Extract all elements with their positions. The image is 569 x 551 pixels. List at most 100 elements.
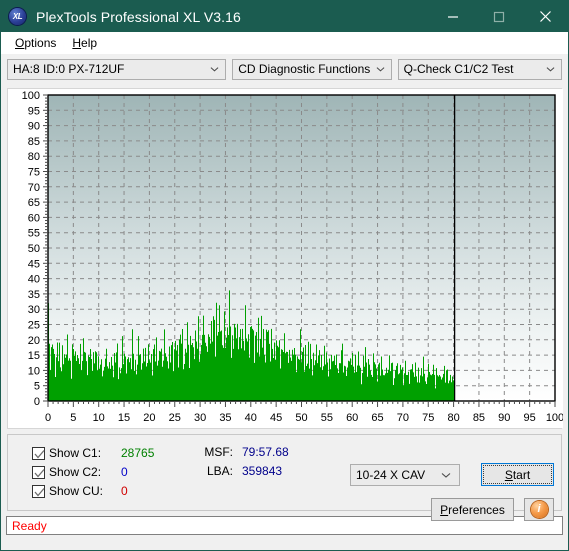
test-selector[interactable]: Q-Check C1/C2 Test xyxy=(397,58,562,80)
window-title: PlexTools Professional XL V3.16 xyxy=(36,8,241,25)
preferences-button[interactable]: Preferences xyxy=(431,498,514,521)
svg-text:40: 40 xyxy=(245,412,257,424)
msf-label: MSF: xyxy=(204,445,233,459)
menu-item-options[interactable]: Options xyxy=(7,35,64,51)
error-rate-chart[interactable]: 0 5 10 15 20 25 30 35 40 45 50 55 60 65 70 75 80 85 90 95 10… xyxy=(8,89,563,428)
minimize-icon xyxy=(448,15,458,18)
checkmark-icon xyxy=(34,468,45,477)
c1-error-count: 28765 xyxy=(121,446,155,460)
svg-text:0: 0 xyxy=(34,396,40,408)
svg-text:10: 10 xyxy=(93,412,105,424)
svg-text:55: 55 xyxy=(28,228,40,240)
menu-help-rest: elp xyxy=(81,36,98,50)
start-rest: tart xyxy=(512,467,531,482)
svg-text:95: 95 xyxy=(524,412,536,424)
chart-svg: 0510152025303540455055606570758085909510… xyxy=(8,89,563,428)
preferences-mnemonic: P xyxy=(440,502,449,517)
svg-text:100: 100 xyxy=(546,412,563,424)
drive-selector[interactable]: HA:8 ID:0 PX-712UF xyxy=(7,58,227,80)
lba-label: LBA: xyxy=(206,464,233,478)
svg-text:70: 70 xyxy=(397,412,409,424)
svg-text:50: 50 xyxy=(28,243,40,255)
svg-text:95: 95 xyxy=(28,105,40,117)
menu-options-rest: ptions xyxy=(24,36,57,50)
svg-text:60: 60 xyxy=(346,412,358,424)
cu-error-count: 0 xyxy=(121,484,128,498)
svg-text:90: 90 xyxy=(28,121,40,133)
svg-text:5: 5 xyxy=(70,412,76,424)
svg-text:35: 35 xyxy=(219,412,231,424)
info-button[interactable]: i xyxy=(524,498,554,521)
show-c2-label: Show C2: xyxy=(49,465,102,479)
svg-text:85: 85 xyxy=(473,412,485,424)
svg-text:40: 40 xyxy=(28,274,40,286)
start-button-inner: Start xyxy=(483,465,552,484)
status-text: Ready xyxy=(12,518,47,533)
xl-logo-icon: XL xyxy=(9,8,26,25)
svg-text:20: 20 xyxy=(143,412,155,424)
svg-text:55: 55 xyxy=(321,412,333,424)
chevron-down-icon xyxy=(210,67,219,72)
svg-text:30: 30 xyxy=(28,304,40,316)
chevron-down-icon xyxy=(441,473,451,478)
start-button[interactable]: Start xyxy=(481,463,554,486)
speed-selector[interactable]: 10-24 X CAV xyxy=(350,464,460,486)
show-c1-row[interactable]: Show C1: 28765 xyxy=(32,445,165,461)
menu-bar: Options Help xyxy=(1,32,568,54)
close-button[interactable] xyxy=(522,1,568,32)
msf-row: MSF: 79:57.68 xyxy=(199,445,289,459)
chevron-down-icon xyxy=(376,67,385,72)
menu-help-mnemonic: H xyxy=(72,36,82,50)
title-bar: XL PlexTools Professional XL V3.16 xyxy=(1,1,568,32)
info-icon: i xyxy=(530,501,548,518)
svg-text:15: 15 xyxy=(28,350,40,362)
svg-text:35: 35 xyxy=(28,289,40,301)
maximize-icon xyxy=(493,11,505,22)
toolbar: HA:8 ID:0 PX-712UF CD Diagnostic Functio… xyxy=(1,54,568,84)
function-selector[interactable]: CD Diagnostic Functions xyxy=(232,58,392,80)
svg-text:25: 25 xyxy=(28,320,40,332)
c2-error-count: 0 xyxy=(121,465,128,479)
checkmark-icon xyxy=(34,449,45,458)
svg-text:0: 0 xyxy=(45,412,51,424)
speed-selector-value: 10-24 X CAV xyxy=(356,468,426,482)
show-c2-checkbox[interactable] xyxy=(32,465,45,479)
svg-text:85: 85 xyxy=(28,136,40,148)
svg-text:25: 25 xyxy=(169,412,181,424)
drive-selector-value: HA:8 ID:0 PX-712UF xyxy=(13,62,125,76)
show-c2-row[interactable]: Show C2: 0 xyxy=(32,464,165,480)
show-c1-label: Show C1: xyxy=(49,446,102,460)
minimize-button[interactable] xyxy=(430,1,476,32)
preferences-rest: references xyxy=(448,502,505,517)
checkmark-icon xyxy=(34,487,45,496)
svg-text:80: 80 xyxy=(28,151,40,163)
svg-text:45: 45 xyxy=(270,412,282,424)
svg-text:50: 50 xyxy=(295,412,307,424)
start-mnemonic: S xyxy=(504,467,513,482)
menu-item-help[interactable]: Help xyxy=(64,35,105,51)
svg-text:5: 5 xyxy=(34,381,40,393)
svg-text:90: 90 xyxy=(498,412,510,424)
svg-text:45: 45 xyxy=(28,258,40,270)
svg-text:65: 65 xyxy=(371,412,383,424)
function-selector-value: CD Diagnostic Functions xyxy=(238,62,371,76)
svg-text:15: 15 xyxy=(118,412,130,424)
svg-text:65: 65 xyxy=(28,197,40,209)
chevron-down-icon xyxy=(546,67,555,72)
close-icon xyxy=(539,11,551,22)
maximize-button[interactable] xyxy=(476,1,522,32)
show-cu-label: Show CU: xyxy=(49,484,104,498)
svg-text:80: 80 xyxy=(447,412,459,424)
svg-text:100: 100 xyxy=(22,90,40,102)
svg-text:10: 10 xyxy=(28,365,40,377)
show-cu-row[interactable]: Show CU: 0 xyxy=(32,483,165,499)
msf-value: 79:57.68 xyxy=(242,445,289,459)
show-c1-checkbox[interactable] xyxy=(32,446,45,460)
svg-text:75: 75 xyxy=(28,167,40,179)
svg-text:60: 60 xyxy=(28,212,40,224)
lba-row: LBA: 359843 xyxy=(199,464,282,478)
menu-options-mnemonic: O xyxy=(15,36,25,50)
show-cu-checkbox[interactable] xyxy=(32,484,45,498)
svg-text:20: 20 xyxy=(28,335,40,347)
svg-text:70: 70 xyxy=(28,182,40,194)
